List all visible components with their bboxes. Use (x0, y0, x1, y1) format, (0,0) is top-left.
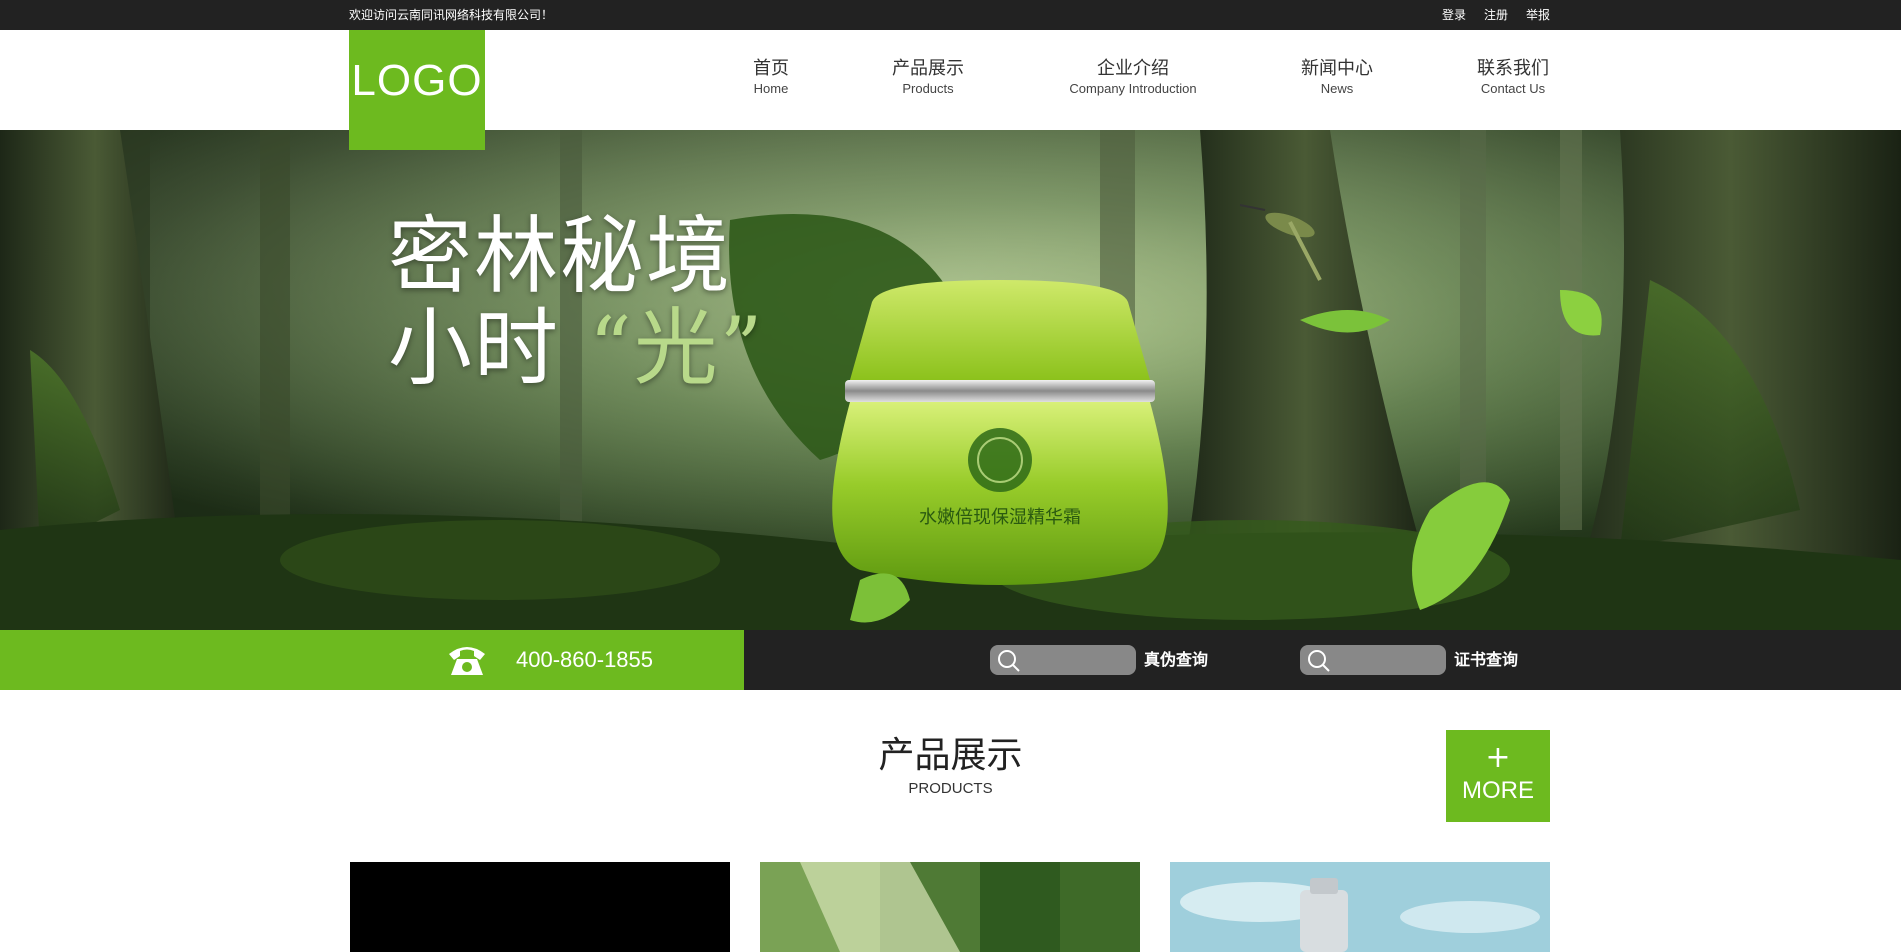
nav-sublabel: Products (902, 81, 954, 96)
hero-banner[interactable]: 水嫩倍现保湿精华霜 密林秘境 小时 “光” (0, 130, 1901, 630)
phone-number: 400-860-1855 (516, 647, 654, 672)
phone-area: 400-860-1855 (0, 630, 744, 690)
section-title: 产品展示 (878, 735, 1023, 776)
product-card[interactable] (760, 862, 1140, 952)
certificate-query-button[interactable]: 证书查询 (1454, 630, 1518, 690)
product-image (1170, 862, 1550, 952)
product-card[interactable] (1170, 862, 1550, 952)
product-card[interactable] (350, 862, 730, 952)
main-nav: 首页 Home 产品展示 Products 企业介绍 Company Intro… (0, 57, 1901, 107)
nav-label: 新闻中心 (1301, 58, 1373, 79)
certificate-search-box[interactable] (1300, 645, 1446, 675)
headline-line-2-a: 小时 (388, 299, 561, 397)
nav-item-products[interactable]: 产品展示 Products (889, 57, 967, 97)
headline-line-1: 密林秘境 (388, 207, 733, 305)
product-image (760, 862, 1140, 952)
products-section-title: 产品展示 PRODUCTS (0, 734, 1901, 800)
welcome-text: 欢迎访问云南同讯网络科技有限公司！ (349, 8, 554, 22)
authenticity-search-box[interactable] (990, 645, 1136, 675)
login-link[interactable]: 登录 (1442, 0, 1466, 30)
nav-label: 首页 (753, 58, 789, 79)
certificate-search-input[interactable] (1334, 649, 1438, 671)
more-button[interactable]: + MORE (1446, 730, 1550, 822)
logo[interactable]: LOGO (349, 30, 485, 150)
register-link[interactable]: 注册 (1484, 0, 1508, 30)
nav-label: 企业介绍 (1097, 58, 1169, 79)
nav-label: 产品展示 (892, 58, 964, 79)
search-icon (1308, 650, 1330, 672)
nav-item-contact[interactable]: 联系我们 Contact Us (1474, 57, 1552, 97)
authenticity-query-button[interactable]: 真伪查询 (1144, 630, 1208, 690)
headline-line-2: 小时 “光” (388, 302, 765, 394)
nav-sublabel: News (1320, 81, 1354, 96)
product-cards (0, 862, 1901, 952)
more-label: MORE (1462, 777, 1534, 804)
nav-item-news[interactable]: 新闻中心 News (1298, 57, 1376, 97)
banner-headline: 密林秘境 小时 “光” (388, 210, 765, 394)
top-bar: 欢迎访问云南同讯网络科技有限公司！ 登录 注册 举报 (0, 0, 1901, 30)
nav-sublabel: Company Introduction (1069, 81, 1197, 96)
forest-illustration: 水嫩倍现保湿精华霜 (0, 130, 1901, 630)
top-links: 登录 注册 举报 (1442, 0, 1550, 30)
nav-label: 联系我们 (1477, 58, 1549, 79)
nav-item-home[interactable]: 首页 Home (748, 57, 794, 97)
contact-search-strip: 400-860-1855 真伪查询 证书查询 (0, 630, 1901, 690)
report-link[interactable]: 举报 (1526, 0, 1550, 30)
nav-sublabel: Contact Us (1480, 81, 1546, 96)
authenticity-search-input[interactable] (1024, 649, 1128, 671)
section-subtitle: PRODUCTS (908, 780, 993, 797)
jar-label: 水嫩倍现保湿精华霜 (919, 507, 1081, 528)
search-icon (998, 650, 1020, 672)
telephone-icon (449, 647, 485, 675)
headline-line-2-b: “光” (588, 299, 765, 397)
plus-icon: + (1485, 740, 1511, 775)
nav-item-company[interactable]: 企业介绍 Company Introduction (1063, 57, 1203, 97)
nav-sublabel: Home (753, 81, 789, 96)
